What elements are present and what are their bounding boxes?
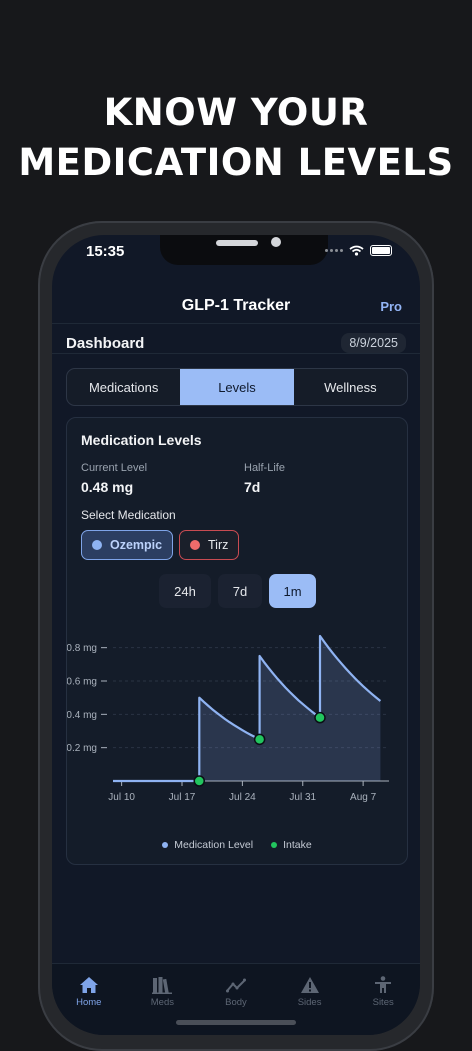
dashboard-divider bbox=[52, 353, 420, 354]
tabbar-sites[interactable]: Sites bbox=[346, 964, 420, 1035]
trend-icon bbox=[225, 978, 246, 993]
range-24h-button[interactable]: 24h bbox=[159, 574, 211, 608]
x-tick-label: Jul 17 bbox=[169, 792, 196, 803]
tab-levels[interactable]: Levels bbox=[180, 369, 294, 405]
nav-divider bbox=[52, 323, 420, 324]
intake-point bbox=[193, 775, 205, 787]
legend-intake-dot bbox=[271, 842, 278, 848]
pro-button[interactable]: Pro bbox=[380, 299, 402, 314]
current-level-value: 0.48 mg bbox=[81, 479, 134, 495]
x-tick-label: Jul 24 bbox=[229, 792, 256, 803]
date-chip: 8/9/2025 bbox=[341, 333, 406, 353]
tabbar-home-label: Home bbox=[76, 997, 102, 1008]
camera bbox=[271, 237, 281, 247]
legend-intake-label: Intake bbox=[283, 839, 312, 851]
x-tick-label: Aug 7 bbox=[350, 792, 377, 803]
person-icon bbox=[375, 976, 392, 993]
tab-wellness[interactable]: Wellness bbox=[294, 369, 407, 405]
headline-line-2: MEDICATION LEVELS bbox=[18, 141, 454, 184]
headline: KNOW YOUR MEDICATION LEVELS bbox=[0, 88, 472, 188]
speaker bbox=[216, 240, 258, 246]
medication-ozempic-label: Ozempic bbox=[110, 538, 163, 552]
legend-medication-level: Medication Level bbox=[162, 839, 253, 851]
battery-icon bbox=[370, 245, 392, 256]
warning-icon bbox=[300, 977, 319, 993]
x-tick-label: Jul 10 bbox=[108, 792, 135, 803]
card-title: Medication Levels bbox=[81, 432, 202, 448]
ozempic-color-dot bbox=[92, 540, 102, 550]
phone-frame: 15:35 GLP-1 Tracker Pro Dashboard 8/9/20… bbox=[38, 221, 434, 1051]
y-tick-label: 0.4 mg bbox=[67, 710, 97, 721]
y-tick-label: 0.6 mg bbox=[67, 677, 97, 688]
half-life-label: Half-Life bbox=[244, 462, 285, 474]
notch bbox=[160, 235, 328, 265]
tabbar-meds-label: Meds bbox=[150, 997, 174, 1008]
wifi-icon bbox=[349, 245, 364, 256]
cellular-icon bbox=[325, 249, 343, 252]
y-tick-label: 0.8 mg bbox=[67, 643, 97, 654]
intake-point bbox=[253, 733, 266, 746]
home-indicator bbox=[176, 1020, 296, 1025]
tabbar-home[interactable]: Home bbox=[52, 964, 126, 1035]
levels-chart: 0.2 mg 0.4 mg 0.6 mg 0.8 mg Jul 10 Jul 17 Jul … bbox=[67, 634, 389, 803]
legend-level-label: Medication Level bbox=[174, 839, 254, 851]
tabbar-body-label: Body bbox=[225, 997, 247, 1008]
headline-line-1: KNOW YOUR bbox=[103, 91, 369, 134]
home-icon bbox=[79, 977, 98, 993]
phone-screen: 15:35 GLP-1 Tracker Pro Dashboard 8/9/20… bbox=[52, 235, 420, 1035]
x-tick-label: Jul 31 bbox=[289, 792, 316, 803]
current-level-label: Current Level bbox=[81, 462, 148, 474]
status-icons bbox=[325, 245, 392, 256]
dashboard-title: Dashboard bbox=[66, 335, 145, 352]
tabbar-sites-label: Sites bbox=[372, 997, 394, 1008]
half-life-value: 7d bbox=[244, 479, 261, 495]
range-7d-button[interactable]: 7d bbox=[218, 574, 262, 608]
range-1m-button[interactable]: 1m bbox=[269, 574, 316, 608]
legend-intake: Intake bbox=[271, 839, 312, 851]
level-area bbox=[113, 636, 381, 781]
select-medication-label: Select Medication bbox=[81, 508, 176, 522]
chart-legend: Medication Level Intake bbox=[67, 839, 407, 851]
medication-levels-card: Medication Levels Current Level 0.48 mg … bbox=[66, 417, 408, 865]
medication-tirz-button[interactable]: Tirz bbox=[179, 530, 240, 560]
y-tick-label: 0.2 mg bbox=[67, 743, 97, 754]
segmented-tabs: Medications Levels Wellness bbox=[66, 368, 408, 406]
intake-point bbox=[314, 711, 326, 724]
tabbar-sides-label: Sides bbox=[297, 997, 322, 1008]
tirz-color-dot bbox=[190, 540, 200, 550]
status-time: 15:35 bbox=[86, 243, 125, 260]
medication-tirz-label: Tirz bbox=[208, 538, 229, 552]
medication-ozempic-button[interactable]: Ozempic bbox=[81, 530, 174, 560]
tab-medications[interactable]: Medications bbox=[67, 369, 180, 405]
books-icon bbox=[152, 977, 173, 994]
nav-title: GLP-1 Tracker bbox=[181, 297, 291, 314]
legend-level-dot bbox=[162, 842, 169, 848]
